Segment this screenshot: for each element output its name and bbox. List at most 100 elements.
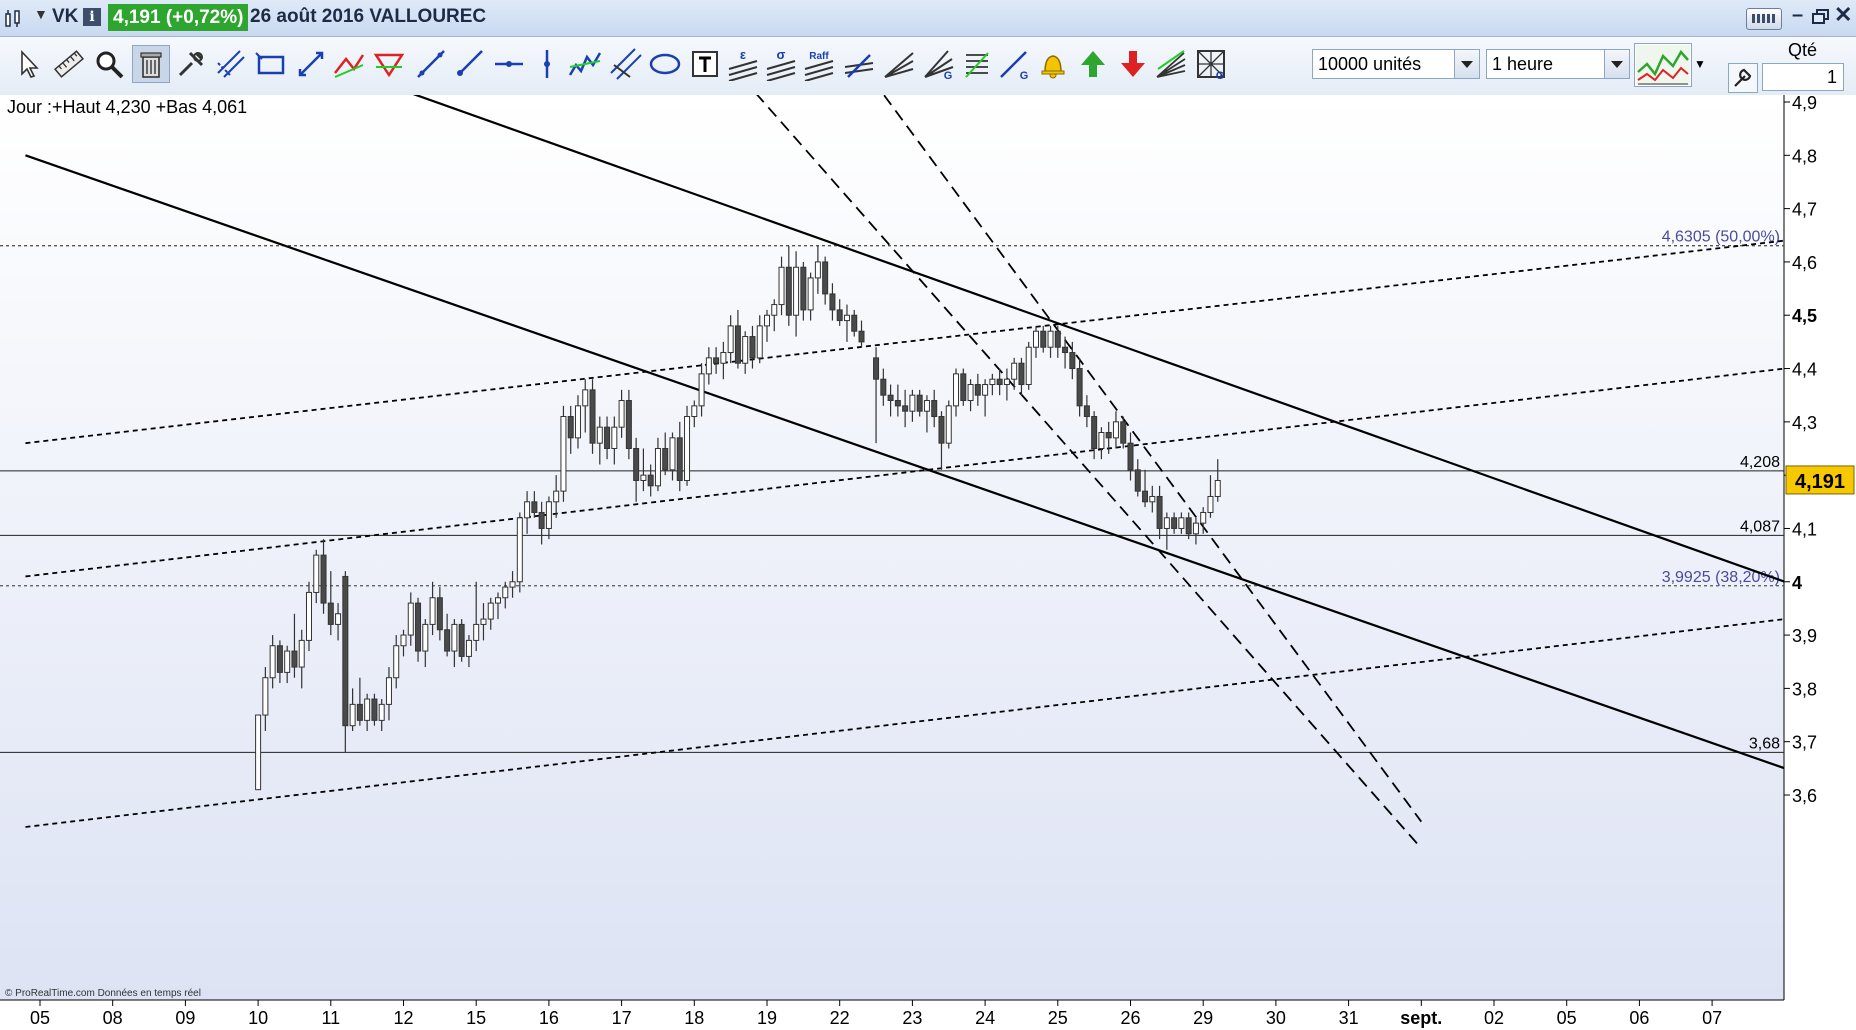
candle-body[interactable] — [553, 490, 560, 503]
candle-body[interactable] — [945, 405, 952, 444]
ruler-tool-icon[interactable] — [50, 45, 88, 83]
candle-body[interactable] — [1076, 368, 1083, 407]
price-chart[interactable]: 4,6305 (50,00%)4,2084,0873,9925 (38,20%)… — [0, 95, 1856, 1030]
candle-body[interactable] — [618, 400, 625, 428]
candle-body[interactable] — [771, 304, 778, 316]
candle-body[interactable] — [465, 639, 472, 657]
candle-body[interactable] — [604, 426, 611, 449]
ellipse-tool-icon[interactable] — [646, 45, 684, 83]
candle-body[interactable] — [385, 677, 392, 705]
candle-body[interactable] — [1214, 479, 1221, 497]
candle-body[interactable] — [785, 266, 792, 316]
candle-body[interactable] — [611, 426, 618, 449]
properties-tool-icon[interactable] — [172, 45, 210, 83]
alert-bell-icon[interactable] — [1034, 45, 1072, 83]
candle-body[interactable] — [378, 703, 385, 721]
raff-channel-icon[interactable]: Raff — [800, 45, 838, 83]
candle-body[interactable] — [1120, 421, 1127, 444]
candle-body[interactable] — [407, 602, 414, 636]
candle-body[interactable] — [662, 448, 669, 471]
candle-body[interactable] — [487, 602, 494, 620]
candle-body[interactable] — [931, 400, 938, 418]
chevron-down-icon[interactable] — [1604, 50, 1629, 78]
candle-body[interactable] — [538, 511, 545, 529]
candle-body[interactable] — [974, 384, 981, 396]
pointer-tool-icon[interactable] — [10, 45, 48, 83]
candle-body[interactable] — [262, 677, 269, 716]
candle-body[interactable] — [291, 650, 298, 668]
candle-body[interactable] — [1091, 416, 1098, 449]
candle-body[interactable] — [625, 400, 632, 449]
candle-body[interactable] — [923, 400, 930, 412]
candle-body[interactable] — [647, 474, 654, 487]
candle-body[interactable] — [451, 623, 458, 652]
candle-body[interactable] — [960, 373, 967, 402]
candle-body[interactable] — [807, 277, 814, 311]
candle-body[interactable] — [582, 389, 589, 407]
candle-body[interactable] — [276, 645, 283, 673]
candle-body[interactable] — [480, 618, 487, 625]
candle-body[interactable] — [676, 437, 683, 481]
candle-body[interactable] — [720, 352, 727, 364]
rectangle-tool-icon[interactable] — [252, 45, 290, 83]
candle-body[interactable] — [633, 448, 640, 481]
ray-tool-icon[interactable] — [450, 45, 488, 83]
candle-body[interactable] — [1032, 330, 1039, 348]
candle-body[interactable] — [1163, 517, 1170, 529]
buy-arrow-icon[interactable] — [1074, 45, 1112, 83]
line-tool-icon[interactable] — [412, 45, 450, 83]
candle-body[interactable] — [749, 336, 756, 359]
candle-body[interactable] — [509, 581, 516, 588]
candle-body[interactable] — [1011, 362, 1018, 380]
candle-body[interactable] — [705, 357, 712, 375]
candle-body[interactable] — [967, 384, 974, 402]
candle-body[interactable] — [713, 357, 720, 364]
candle-body[interactable] — [902, 405, 909, 412]
candle-body[interactable] — [305, 591, 312, 641]
candle-body[interactable] — [422, 623, 429, 652]
fan-tool-icon[interactable] — [880, 45, 918, 83]
candle-body[interactable] — [255, 714, 262, 791]
candle-body[interactable] — [596, 426, 603, 444]
gann-line-icon[interactable]: G — [996, 45, 1034, 83]
restore-icon[interactable] — [1812, 9, 1830, 25]
candle-body[interactable] — [887, 394, 894, 402]
trendline-red-icon[interactable] — [330, 45, 368, 83]
candle-body[interactable] — [1054, 330, 1061, 348]
candle-body[interactable] — [516, 517, 523, 583]
candle-body[interactable] — [429, 597, 436, 625]
zigzag-icon[interactable] — [566, 45, 604, 83]
chart-window-icon[interactable] — [4, 8, 26, 28]
candle-body[interactable] — [1003, 378, 1010, 386]
candle-body[interactable] — [734, 325, 741, 364]
candle-body[interactable] — [1127, 442, 1134, 471]
candle-body[interactable] — [698, 373, 705, 407]
candle-body[interactable] — [1178, 517, 1185, 529]
candle-body[interactable] — [298, 639, 305, 668]
wrench-icon[interactable] — [1728, 63, 1758, 93]
candle-body[interactable] — [800, 266, 807, 311]
channel-tool-icon[interactable] — [606, 45, 644, 83]
quantity-input[interactable]: 1 — [1762, 63, 1844, 91]
candle-body[interactable] — [574, 405, 581, 439]
horizontal-line-icon[interactable] — [490, 45, 528, 83]
candle-body[interactable] — [400, 634, 407, 647]
candle-body[interactable] — [356, 703, 363, 721]
candle-body[interactable] — [873, 357, 880, 380]
vertical-line-icon[interactable] — [528, 45, 566, 83]
candle-body[interactable] — [1192, 522, 1199, 535]
candle-body[interactable] — [1207, 495, 1214, 513]
candle-body[interactable] — [1062, 346, 1069, 354]
sigma-channel-icon[interactable]: σ — [762, 45, 800, 83]
candle-body[interactable] — [1171, 517, 1178, 529]
candle-body[interactable] — [989, 378, 996, 386]
candle-body[interactable] — [545, 501, 552, 529]
candle-body[interactable] — [727, 325, 734, 354]
gann-fan-icon[interactable]: G — [920, 45, 958, 83]
diagonal-arrows-icon[interactable] — [292, 45, 330, 83]
candle-body[interactable] — [843, 314, 850, 322]
candle-body[interactable] — [524, 501, 531, 519]
price-axis-area[interactable] — [1784, 95, 1856, 1030]
candle-body[interactable] — [822, 261, 829, 295]
candle-body[interactable] — [909, 394, 916, 412]
